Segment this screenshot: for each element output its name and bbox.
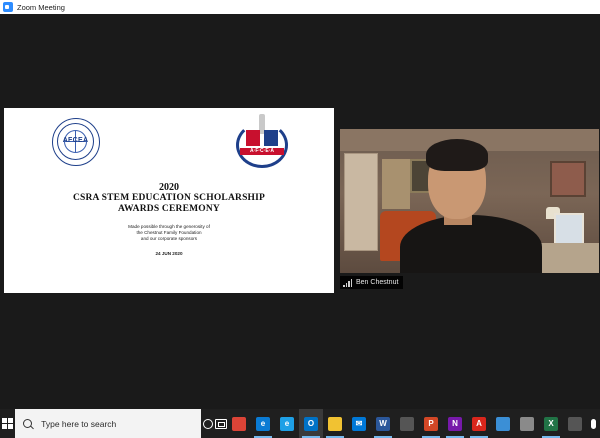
task-view-button[interactable] [214, 409, 227, 438]
title-bar: Zoom Meeting [0, 0, 600, 14]
afcea-logo-left: AFCEA [52, 118, 100, 166]
search-icon [23, 419, 33, 428]
outlook-button[interactable]: O [299, 409, 324, 438]
pinned-apps: e e O ✉ W P N A X [227, 409, 587, 438]
slide-title-line1: CSRA STEM EDUCATION SCHOLARSHIP [72, 193, 266, 203]
ie-icon: e [280, 416, 295, 431]
signal-strength-icon [343, 278, 352, 287]
tablet-app-button[interactable] [491, 409, 515, 438]
mail-icon: ✉ [352, 416, 367, 431]
edge-icon: e [256, 416, 271, 431]
search-input[interactable] [41, 418, 202, 429]
file-explorer-icon [328, 416, 343, 431]
start-button[interactable] [0, 409, 15, 438]
window-title: Zoom Meeting [17, 2, 65, 12]
mail-button[interactable]: ✉ [347, 409, 371, 438]
word-icon: W [376, 416, 391, 431]
pdf-icon: A [472, 416, 487, 431]
photos-icon [400, 416, 415, 431]
windows-taskbar: eeO✉WPNAX [0, 409, 600, 438]
zoom-app-icon [3, 2, 13, 12]
slide-sponsor-line2: the Chestnut Family Foundation [136, 230, 202, 235]
edge-button[interactable]: e [251, 409, 275, 438]
photos-button[interactable] [395, 409, 419, 438]
pdf-button[interactable]: A [467, 409, 491, 438]
excel-button[interactable]: X [539, 409, 563, 438]
powerpoint-button[interactable]: P [419, 409, 443, 438]
chrome-button[interactable] [227, 409, 251, 438]
participant-video[interactable] [340, 129, 599, 273]
teams-button[interactable] [563, 409, 587, 438]
microphone-icon [591, 418, 597, 429]
afcea-logo-right: A·F·C·E·A [234, 114, 290, 170]
slide-sponsor-line1: Made possible through the generosity of [128, 224, 210, 229]
outlook-icon: O [304, 416, 319, 431]
slide-year: 2020 [159, 182, 179, 193]
onenote-icon: N [448, 416, 463, 431]
teams-icon [568, 416, 583, 431]
slide-title-line2: AWARDS CEREMONY [118, 204, 220, 214]
tool-button[interactable] [515, 409, 539, 438]
cortana-icon [202, 418, 213, 429]
windows-logo-icon [2, 418, 14, 429]
cortana-button[interactable] [201, 409, 214, 438]
participant-name-tag: Ben Chestnut [340, 276, 404, 289]
excel-icon: X [544, 416, 559, 431]
task-view-icon [214, 418, 227, 429]
file-explorer-button[interactable] [323, 409, 347, 438]
microphone-button[interactable] [587, 409, 600, 438]
slide-sponsor-line3: and our corporate sponsors [140, 236, 198, 241]
tablet-app-icon [496, 416, 511, 431]
slide-date: 24 JUN 2020 [155, 251, 183, 256]
onenote-button[interactable]: N [443, 409, 467, 438]
participant-name: Ben Chestnut [356, 279, 399, 286]
taskbar-search-box[interactable] [15, 409, 202, 438]
shared-screen-slide: AFCEA A·F·C·E·A 2020 CSRA STEM EDUCATION… [4, 108, 334, 293]
powerpoint-icon: P [424, 416, 439, 431]
word-button[interactable]: W [371, 409, 395, 438]
tool-icon [520, 416, 535, 431]
ie-button[interactable]: e [275, 409, 299, 438]
chrome-icon [232, 416, 247, 431]
